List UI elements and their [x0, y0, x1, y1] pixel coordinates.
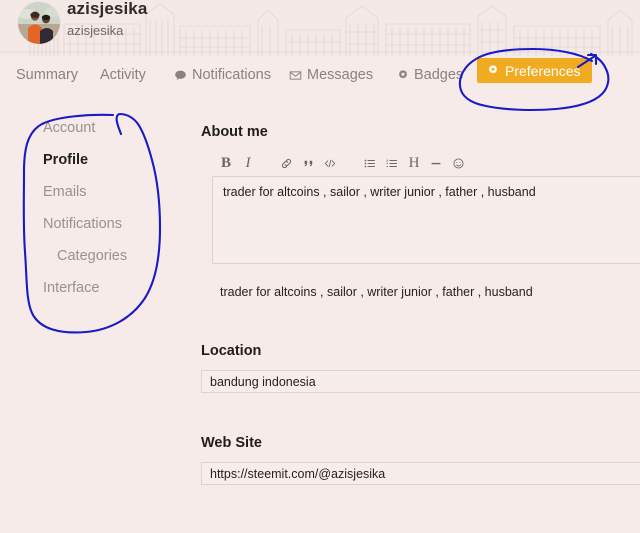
website-input[interactable] [201, 462, 640, 485]
horizontal-rule-icon[interactable] [425, 153, 447, 175]
emoji-icon[interactable] [447, 153, 469, 175]
envelope-icon [289, 69, 302, 82]
tab-messages-label: Messages [307, 67, 374, 83]
bullet-list-icon[interactable] [359, 153, 381, 175]
sidebar-item-interface[interactable]: Interface [0, 272, 185, 304]
about-me-label: About me [201, 124, 268, 140]
sidebar-item-emails[interactable]: Emails [0, 176, 185, 208]
badge-gear-icon [397, 69, 409, 81]
tab-summary-label: Summary [16, 67, 79, 83]
about-me-editor: B I H trader for altcoins , sailor , wri… [201, 151, 640, 264]
editor-toolbar: B I H [201, 151, 640, 176]
sidebar-item-label: Notifications [43, 216, 122, 232]
tab-preferences-label: Preferences [505, 62, 581, 79]
website-section: Web Site [201, 435, 640, 485]
about-me-textarea[interactable]: trader for altcoins , sailor , writer ju… [212, 176, 640, 264]
sidebar-item-profile[interactable]: Profile [0, 144, 185, 176]
profile-preferences-page: azisjesika azisjesika Summary Activity N… [0, 0, 640, 533]
user-photo-avatar-icon [18, 2, 60, 44]
sidebar-item-label: Categories [57, 248, 128, 264]
tab-activity[interactable]: Activity [100, 62, 146, 88]
code-icon[interactable] [319, 153, 341, 175]
tab-summary[interactable]: Summary [16, 62, 78, 88]
display-name: azisjesika [67, 0, 148, 18]
gear-icon [487, 63, 499, 79]
sidebar-item-label: Emails [43, 184, 87, 200]
about-me-preview: trader for altcoins , sailor , writer ju… [220, 285, 533, 299]
speech-bubble-icon [174, 69, 187, 82]
bold-icon[interactable]: B [215, 153, 237, 175]
quote-icon[interactable] [297, 153, 319, 175]
tab-messages[interactable]: Messages [289, 62, 373, 88]
location-label: Location [201, 343, 262, 359]
heading-icon[interactable]: H [403, 153, 425, 175]
tab-activity-label: Activity [100, 67, 146, 83]
sidebar-item-account[interactable]: Account [0, 112, 185, 144]
avatar[interactable] [17, 1, 61, 45]
sidebar-item-categories[interactable]: Categories [0, 240, 185, 272]
sidebar-item-label: Account [43, 120, 96, 136]
profile-nav-tabs: Summary Activity Notifications Messages [0, 58, 640, 96]
tab-badges[interactable]: Badges [397, 62, 463, 88]
sidebar-item-notifications[interactable]: Notifications [0, 208, 185, 240]
location-input[interactable] [201, 370, 640, 393]
tab-notifications[interactable]: Notifications [174, 62, 271, 88]
user-handle: azisjesika [67, 23, 124, 38]
tab-badges-label: Badges [414, 67, 464, 83]
profile-settings-form: About me B I H trader for altcoins , sai… [201, 124, 640, 485]
tab-notifications-label: Notifications [192, 67, 271, 83]
location-section: Location [201, 343, 640, 393]
italic-icon[interactable]: I [237, 153, 259, 175]
website-label: Web Site [201, 435, 262, 451]
tab-preferences[interactable]: Preferences [477, 58, 593, 83]
sidebar-item-label: Interface [43, 280, 100, 296]
sidebar-item-label: Profile [43, 152, 89, 168]
link-icon[interactable] [275, 153, 297, 175]
identity-block: azisjesika azisjesika [0, 0, 640, 56]
profile-banner: azisjesika azisjesika [0, 0, 640, 56]
numbered-list-icon[interactable] [381, 153, 403, 175]
preferences-sidebar: Account Profile Emails Notifications Cat… [0, 112, 185, 304]
